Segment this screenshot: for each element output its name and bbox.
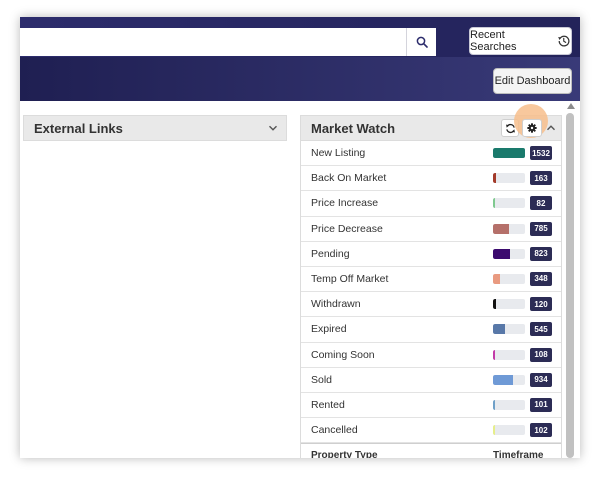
search-icon — [416, 36, 428, 48]
market-watch-count-badge[interactable]: 108 — [530, 347, 552, 362]
market-watch-row[interactable]: Withdrawn 120 — [301, 292, 561, 318]
market-watch-count-badge[interactable]: 102 — [530, 423, 552, 438]
market-watch-bar — [493, 349, 525, 360]
edit-dashboard-label: Edit Dashboard — [494, 75, 571, 87]
market-watch-row[interactable]: Sold 934 — [301, 368, 561, 393]
market-watch-bar — [493, 273, 525, 284]
market-watch-count-badge[interactable]: 101 — [530, 397, 552, 412]
market-watch-list: New Listing 1532 Back On Market 163 Price In… — [300, 141, 562, 458]
market-watch-label[interactable]: Back On Market — [311, 172, 386, 184]
market-watch-bar — [493, 148, 525, 158]
market-watch-bar-fill — [493, 198, 495, 209]
market-watch-label[interactable]: Price Decrease — [311, 223, 383, 235]
history-icon — [558, 35, 570, 47]
scrollbar-up-arrow[interactable] — [567, 103, 575, 109]
market-watch-row[interactable]: Coming Soon 108 — [301, 343, 561, 368]
gear-icon — [527, 123, 537, 133]
market-watch-label[interactable]: Pending — [311, 248, 350, 260]
market-watch-bar-fill — [493, 273, 501, 284]
chevron-down-icon[interactable] — [267, 122, 279, 134]
market-watch-label[interactable]: Price Increase — [311, 197, 378, 209]
market-watch-label[interactable]: Temp Off Market — [311, 273, 388, 285]
external-links-title: External Links — [34, 120, 123, 136]
market-watch-bar — [493, 374, 525, 385]
market-watch-bar — [493, 399, 525, 410]
market-watch-bar-fill — [493, 374, 513, 385]
market-watch-filters: Property Type Timeframe — [301, 443, 561, 458]
property-type-label[interactable]: Property Type — [311, 450, 378, 458]
market-watch-row[interactable]: Expired 545 — [301, 317, 561, 343]
market-watch-bar — [493, 425, 525, 436]
market-watch-label[interactable]: Withdrawn — [311, 298, 361, 310]
market-watch-row[interactable]: Cancelled 102 — [301, 418, 561, 444]
market-watch-label[interactable]: Sold — [311, 374, 332, 386]
app-window: Recent Searches Edit Dashboard External … — [20, 17, 580, 458]
market-watch-label[interactable]: New Listing — [311, 147, 365, 159]
market-watch-bar-fill — [493, 148, 525, 158]
market-watch-label[interactable]: Rented — [311, 399, 345, 411]
market-watch-count-badge[interactable]: 1532 — [530, 146, 552, 160]
timeframe-label[interactable]: Timeframe — [493, 450, 543, 458]
market-watch-row[interactable]: Price Increase 82 — [301, 191, 561, 217]
market-watch-bar — [493, 299, 525, 310]
market-watch-bar — [493, 248, 525, 259]
market-watch-bar-fill — [493, 349, 496, 360]
market-watch-row[interactable]: Back On Market 163 — [301, 166, 561, 192]
market-watch-count-badge[interactable]: 934 — [530, 372, 552, 387]
market-watch-label[interactable]: Expired — [311, 323, 347, 335]
market-watch-bar-fill — [493, 173, 497, 184]
market-watch-bar-fill — [493, 425, 496, 436]
market-watch-count-badge[interactable]: 82 — [530, 196, 552, 211]
market-watch-row[interactable]: Rented 101 — [301, 393, 561, 419]
recent-searches-label: Recent Searches — [470, 29, 517, 53]
market-watch-row[interactable]: Temp Off Market 348 — [301, 267, 561, 293]
market-watch-count-badge[interactable]: 120 — [530, 297, 552, 312]
market-watch-count-badge[interactable]: 823 — [530, 246, 552, 261]
market-watch-count-badge[interactable]: 163 — [530, 171, 552, 186]
edit-dashboard-button[interactable]: Edit Dashboard — [493, 68, 572, 94]
market-watch-count-badge[interactable]: 545 — [530, 322, 552, 337]
market-watch-title: Market Watch — [311, 120, 396, 136]
scrollbar-thumb[interactable] — [566, 113, 574, 458]
market-watch-label[interactable]: Coming Soon — [311, 349, 375, 361]
market-watch-row[interactable]: Pending 823 — [301, 242, 561, 267]
market-watch-label[interactable]: Cancelled — [311, 424, 358, 436]
search-input[interactable] — [20, 28, 406, 56]
market-watch-bar-fill — [493, 223, 510, 234]
market-watch-count-badge[interactable]: 785 — [530, 221, 552, 236]
market-watch-bar — [493, 198, 525, 209]
search-button[interactable] — [406, 28, 436, 56]
market-watch-bar — [493, 173, 525, 184]
settings-button[interactable] — [522, 119, 542, 137]
market-watch-bar-fill — [493, 324, 505, 335]
dashboard-content: External Links Market Watch New Listing … — [20, 101, 580, 458]
external-links-header[interactable]: External Links — [23, 115, 287, 141]
market-watch-bar — [493, 223, 525, 234]
market-watch-bar-fill — [493, 248, 511, 259]
market-watch-row[interactable]: Price Decrease 785 — [301, 217, 561, 242]
market-watch-bar-fill — [493, 399, 496, 410]
market-watch-row[interactable]: New Listing 1532 — [301, 141, 561, 167]
market-watch-header: Market Watch — [300, 115, 562, 141]
market-watch-bar — [493, 324, 525, 335]
market-watch-count-badge[interactable]: 348 — [530, 271, 552, 286]
market-watch-bar-fill — [493, 299, 496, 310]
recent-searches-button[interactable]: Recent Searches — [469, 27, 572, 55]
